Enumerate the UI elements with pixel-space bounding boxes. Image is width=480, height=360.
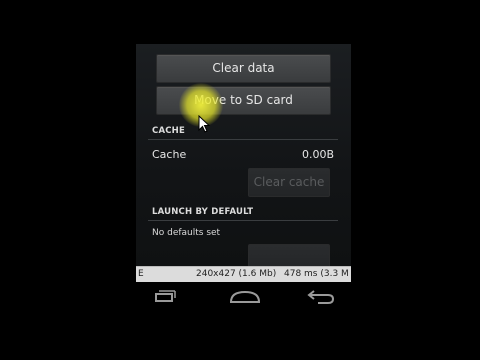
android-nav-bar — [136, 282, 351, 314]
divider — [148, 139, 338, 140]
load-timing: 478 ms (3.3 M — [284, 269, 349, 279]
clear-data-button[interactable]: Clear data — [156, 54, 331, 83]
home-icon[interactable] — [228, 288, 262, 312]
status-left: E — [138, 269, 144, 279]
divider — [148, 220, 338, 221]
recent-apps-icon[interactable] — [148, 288, 180, 312]
android-app-info-screen: Clear data Move to SD card CACHE Cache 0… — [136, 44, 351, 266]
launch-by-default-header: LAUNCH BY DEFAULT — [152, 207, 254, 217]
mouse-cursor-icon — [198, 114, 211, 137]
cache-value: 0.00B — [301, 148, 334, 161]
clear-cache-button[interactable]: Clear cache — [248, 168, 330, 197]
image-dimensions: 240x427 (1.6 Mb) — [196, 269, 277, 279]
back-icon[interactable] — [304, 288, 336, 312]
no-defaults-text: No defaults set — [152, 228, 221, 238]
clear-defaults-button[interactable] — [248, 244, 330, 266]
cache-section-header: CACHE — [152, 126, 185, 136]
status-bar: E 240x427 (1.6 Mb) 478 ms (3.3 M — [136, 266, 351, 282]
cache-label: Cache — [152, 148, 187, 161]
